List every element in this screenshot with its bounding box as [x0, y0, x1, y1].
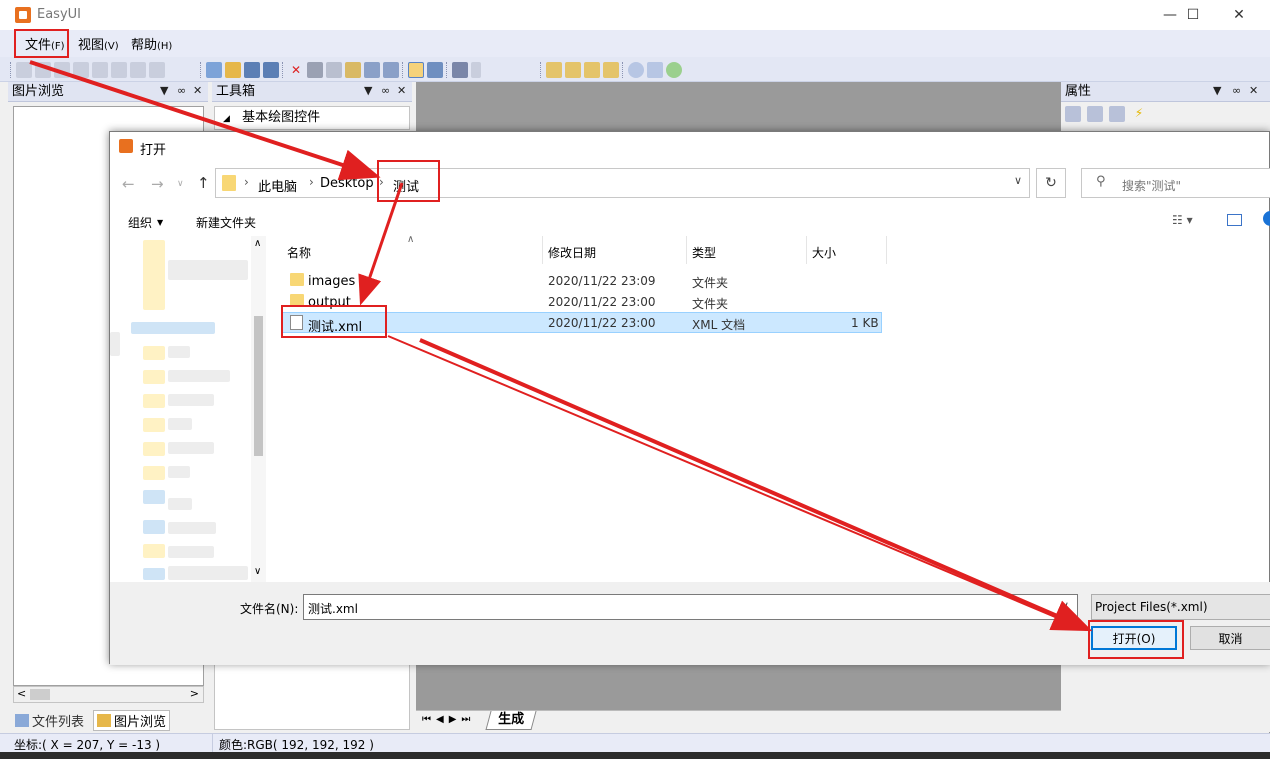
- arrow-file-to-open-thin: [387, 335, 1087, 631]
- annotation-arrows: [29, 60, 1093, 632]
- arrow-menu-to-folder: [29, 60, 381, 181]
- arrow-folder-to-file: [358, 182, 404, 306]
- arrow-file-to-open: [419, 338, 1093, 632]
